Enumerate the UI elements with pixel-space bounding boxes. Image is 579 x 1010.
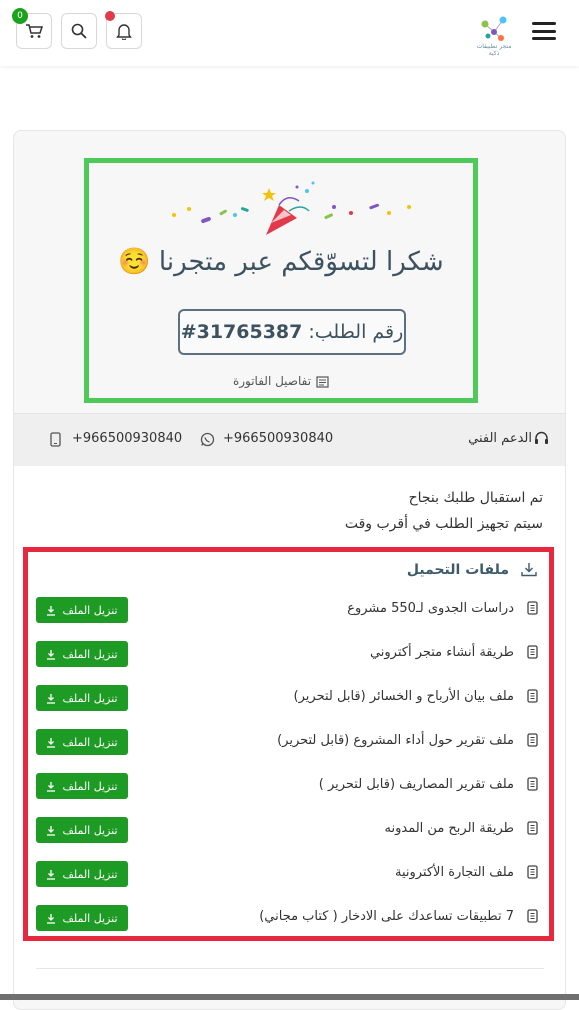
top-header: 0 متجر تطبيقات ذكية bbox=[0, 0, 579, 66]
download-row: تنزيل الملف طريقة الربح من المدونه bbox=[36, 817, 542, 843]
download-row: تنزيل الملف ملف التجارة الأكترونية bbox=[36, 861, 542, 887]
file-icon bbox=[527, 733, 538, 747]
order-number-label: رقم الطلب: bbox=[308, 321, 404, 343]
download-file-button[interactable]: تنزيل الملف bbox=[36, 817, 128, 843]
order-preparing-text: سيتم تجهيز الطلب في أقرب وقت bbox=[344, 516, 543, 532]
order-received-text: تم استقبال طلبك بنجاح bbox=[408, 490, 543, 506]
download-file-button[interactable]: تنزيل الملف bbox=[36, 641, 128, 667]
download-button-label: تنزيل الملف bbox=[62, 867, 118, 881]
file-icon bbox=[527, 689, 538, 703]
download-button-label: تنزيل الملف bbox=[62, 823, 118, 837]
download-files-panel: ملفات التحميل تنزيل الملف دراسات الجدوى ل… bbox=[23, 547, 554, 941]
phone-number[interactable]: +966500930840 bbox=[72, 431, 182, 446]
headset-icon bbox=[535, 431, 548, 444]
file-icon bbox=[527, 777, 538, 791]
download-button-label: تنزيل الملف bbox=[62, 691, 118, 705]
download-row: تنزيل الملف ملف تقرير حول أداء المشروع (ق… bbox=[36, 729, 542, 755]
thank-you-panel: شكرا لتسوّقكم عبر متجرنا ☺️ رقم الطلب: #… bbox=[84, 158, 478, 403]
download-file-button[interactable]: تنزيل الملف bbox=[36, 773, 128, 799]
download-file-button[interactable]: تنزيل الملف bbox=[36, 905, 128, 931]
download-file-name: ملف تقرير حول أداء المشروع (قابل لتحرير) bbox=[277, 733, 514, 748]
download-file-name: ملف التجارة الأكترونية bbox=[394, 865, 514, 880]
download-arrow-icon bbox=[47, 605, 56, 616]
mobile-phone-icon bbox=[50, 432, 61, 447]
download-arrow-icon bbox=[47, 781, 56, 792]
file-icon bbox=[527, 601, 538, 615]
download-arrow-icon bbox=[47, 737, 56, 748]
download-file-name: ملف تقرير المصاريف (قابل لتحرير ) bbox=[318, 777, 514, 792]
download-row: تنزيل الملف دراسات الجدوى لـ550 مشروع bbox=[36, 597, 542, 623]
hamburger-menu-icon[interactable] bbox=[532, 22, 556, 42]
download-row: تنزيل الملف طريقة أنشاء متجر أكتروني bbox=[36, 641, 542, 667]
download-arrow-icon bbox=[47, 825, 56, 836]
download-button-label: تنزيل الملف bbox=[62, 603, 118, 617]
download-arrow-icon bbox=[47, 693, 56, 704]
download-row: تنزيل الملف ملف بيان الأرباح و الخسائر (ق… bbox=[36, 685, 542, 711]
download-button-label: تنزيل الملف bbox=[62, 911, 118, 925]
download-arrow-icon bbox=[47, 649, 56, 660]
cart-button[interactable]: 0 bbox=[12, 8, 52, 49]
download-file-button[interactable]: تنزيل الملف bbox=[36, 729, 128, 755]
horizontal-scrollbar[interactable] bbox=[0, 994, 579, 1000]
file-icon bbox=[527, 645, 538, 659]
download-file-button[interactable]: تنزيل الملف bbox=[36, 861, 128, 887]
notification-dot bbox=[105, 11, 115, 21]
order-number-value: #31765387 bbox=[180, 321, 303, 343]
invoice-link-label: تفاصيل الفاتورة bbox=[232, 374, 312, 388]
download-files-title: ملفات التحميل bbox=[406, 562, 509, 578]
search-icon bbox=[71, 23, 87, 39]
download-arrow-icon bbox=[47, 869, 56, 880]
divider bbox=[36, 968, 544, 969]
invoice-details-link[interactable]: تفاصيل الفاتورة bbox=[89, 374, 473, 388]
cart-count-badge: 0 bbox=[12, 8, 28, 24]
download-button-label: تنزيل الملف bbox=[62, 647, 118, 661]
download-tray-icon bbox=[521, 563, 537, 577]
whatsapp-number[interactable]: +966500930840 bbox=[223, 431, 333, 446]
download-arrow-icon bbox=[47, 913, 56, 924]
file-icon bbox=[527, 821, 538, 835]
download-button-label: تنزيل الملف bbox=[62, 779, 118, 793]
confetti-icon bbox=[172, 181, 411, 235]
download-file-name: دراسات الجدوى لـ550 مشروع bbox=[347, 601, 514, 616]
logo-text: متجر تطبيقات ذكية bbox=[476, 43, 512, 57]
cart-icon bbox=[26, 24, 43, 38]
download-file-name: طريقة الربح من المدونه bbox=[384, 821, 514, 836]
order-number-box: رقم الطلب: #31765387 bbox=[178, 309, 406, 355]
download-button-label: تنزيل الملف bbox=[62, 735, 118, 749]
search-button[interactable] bbox=[61, 13, 97, 49]
download-file-button[interactable]: تنزيل الملف bbox=[36, 597, 128, 623]
download-row: تنزيل الملف ملف تقرير المصاريف (قابل لتحر… bbox=[36, 773, 542, 799]
support-bar: الدعم الفني +966500930840 +966500930840 bbox=[14, 413, 565, 467]
download-file-button[interactable]: تنزيل الملف bbox=[36, 685, 128, 711]
support-label: الدعم الفني bbox=[468, 431, 532, 446]
thank-you-title: شكرا لتسوّقكم عبر متجرنا ☺️ bbox=[118, 247, 444, 277]
download-file-name: ملف بيان الأرباح و الخسائر (قابل لتحرير) bbox=[293, 689, 514, 704]
file-icon bbox=[527, 909, 538, 923]
download-row: تنزيل الملف 7 تطبيقات تساعدك على الادخار … bbox=[36, 905, 542, 931]
whatsapp-icon bbox=[200, 432, 215, 447]
notifications-button[interactable] bbox=[105, 11, 142, 49]
invoice-icon bbox=[316, 375, 329, 388]
download-file-name: طريقة أنشاء متجر أكتروني bbox=[369, 645, 514, 660]
download-file-name: 7 تطبيقات تساعدك على الادخار ( كتاب مجان… bbox=[259, 909, 514, 924]
bell-icon bbox=[116, 23, 132, 40]
file-icon bbox=[527, 865, 538, 879]
